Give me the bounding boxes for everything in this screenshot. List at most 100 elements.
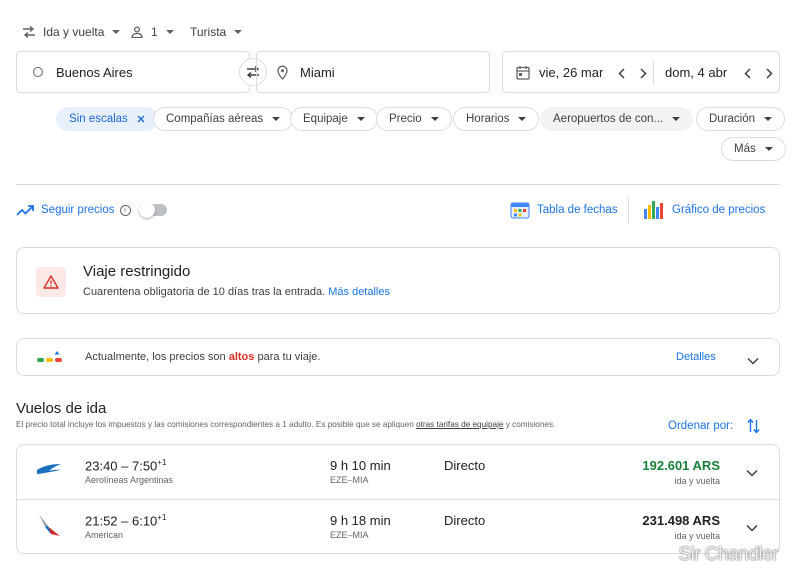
depart-date-value[interactable]: vie, 26 mar (539, 65, 603, 80)
results-title: Vuelos de ida (16, 400, 107, 417)
trending-up-icon (16, 204, 34, 216)
airline-name: Aerolíneas Argentinas (85, 475, 174, 485)
price-insight-card[interactable]: Actualmente, los precios son altos para … (16, 338, 780, 376)
restriction-title: Viaje restringido (83, 263, 191, 280)
flight-stops: Directo (444, 458, 486, 473)
flight-duration: 9 h 18 min (330, 513, 391, 528)
location-pin-icon (277, 65, 288, 80)
day-offset: +1 (157, 458, 167, 467)
restriction-text-line: Cuarentena obligatoria de 10 días tras l… (83, 286, 390, 298)
flight-stops: Directo (444, 513, 486, 528)
aerolineas-argentinas-logo-icon (36, 462, 62, 480)
sort-button[interactable]: Ordenar por: (668, 418, 760, 434)
toggle-knob (138, 202, 155, 218)
close-icon[interactable] (137, 115, 145, 123)
price-level-word: altos (228, 351, 255, 363)
flight-row-2[interactable]: 21:52 – 6:10+1 American 9 h 18 min EZE–M… (16, 499, 780, 554)
filter-more-chip[interactable]: Más (721, 137, 786, 161)
more-details-link[interactable]: Más detalles (328, 286, 390, 298)
price-graph-button[interactable]: Gráfico de precios (643, 200, 765, 220)
american-airlines-logo-icon (36, 512, 62, 543)
return-date-value[interactable]: dom, 4 abr (665, 65, 727, 80)
calendar-icon (516, 65, 530, 80)
flight-row-1[interactable]: 23:40 – 7:50+1 Aerolíneas Argentinas 9 h… (16, 444, 780, 499)
origin-value: Buenos Aires (56, 64, 133, 80)
track-prices-label: Seguir precios (41, 204, 115, 216)
chevron-down-icon (764, 117, 773, 121)
flight-route: EZE–MIA (330, 475, 369, 485)
chevron-down-icon (112, 30, 121, 34)
filter-duration-chip[interactable]: Duración (696, 107, 786, 131)
filter-times-label: Horarios (466, 113, 510, 125)
chevron-down-icon[interactable] (746, 519, 760, 533)
flight-duration: 9 h 10 min (330, 458, 391, 473)
person-icon (131, 26, 143, 38)
filter-times-chip[interactable]: Horarios (453, 107, 540, 131)
chevron-down-icon (671, 117, 680, 121)
airline-name: American (85, 530, 124, 540)
chevron-down-icon (234, 30, 243, 34)
flight-times-text: 23:40 – 7:50 (85, 458, 158, 474)
trip-type-select[interactable]: Ida y vuelta (22, 22, 121, 42)
sort-label: Ordenar por: (668, 420, 734, 432)
results-note-before: El precio total incluye los impuestos y … (16, 420, 414, 429)
flight-times-text: 21:52 – 6:10 (85, 513, 158, 529)
price-details-link[interactable]: Detalles (676, 351, 716, 363)
travel-restriction-card: Viaje restringido Cuarentena obligatoria… (16, 247, 780, 314)
passengers-select[interactable]: 1 (131, 22, 174, 42)
price-graph-icon (643, 199, 665, 221)
fare-type: ida y vuelta (674, 531, 720, 541)
destination-field[interactable]: Miami (256, 51, 490, 93)
flight-times: 21:52 – 6:10+1 (85, 513, 166, 528)
sort-arrows-icon (747, 418, 760, 434)
bag-fees-link[interactable]: otras tarifas de equipaje (416, 420, 503, 429)
fare-type: ida y vuelta (674, 476, 720, 486)
watermark: Sir Chandler (678, 544, 778, 565)
flight-route: EZE–MIA (330, 530, 369, 540)
price-graph-label: Gráfico de precios (672, 204, 766, 216)
track-prices-toggle[interactable] (138, 202, 167, 218)
filter-airlines-chip[interactable]: Compañías aéreas (153, 107, 294, 131)
price-insight-after: para tu viaje. (257, 351, 321, 363)
flight-price: 192.601 ARS (642, 458, 720, 473)
chevron-down-icon[interactable] (747, 352, 759, 370)
filter-bags-chip[interactable]: Equipaje (290, 107, 378, 131)
price-insight-text: Actualmente, los precios son altos para … (85, 351, 320, 363)
filter-bags-label: Equipaje (303, 113, 348, 125)
restriction-text: Cuarentena obligatoria de 10 días tras l… (83, 286, 326, 298)
filter-airlines-label: Compañías aéreas (166, 113, 264, 125)
filter-nonstop-label: Sin escalas (69, 113, 128, 125)
flight-price: 231.498 ARS (642, 513, 720, 528)
date-grid-button[interactable]: Tabla de fechas (510, 200, 618, 220)
chevron-down-icon (518, 117, 527, 121)
day-offset: +1 (157, 513, 167, 522)
filter-more-label: Más (734, 143, 756, 155)
chevron-down-icon (165, 30, 174, 34)
flight-times: 23:40 – 7:50+1 (85, 458, 166, 473)
chevron-left-icon[interactable] (739, 65, 755, 81)
date-range-field[interactable]: vie, 26 mar dom, 4 abr (502, 51, 780, 93)
origin-field[interactable]: Buenos Aires (16, 51, 250, 93)
filter-airports-chip[interactable]: Aeropuertos de con... (540, 107, 693, 131)
chevron-down-icon (356, 117, 365, 121)
warning-icon (36, 267, 66, 297)
chevron-down-icon (272, 117, 281, 121)
price-level-icon (37, 350, 63, 366)
track-prices: Seguir precios i (16, 202, 167, 218)
origin-circle-icon (33, 67, 43, 77)
filter-price-label: Precio (389, 113, 422, 125)
cabin-class-select[interactable]: Turista (190, 22, 243, 42)
destination-value: Miami (300, 64, 335, 80)
chevron-left-icon[interactable] (613, 65, 629, 81)
date-grid-icon (510, 200, 530, 220)
filter-price-chip[interactable]: Precio (376, 107, 452, 131)
chevron-down-icon[interactable] (746, 464, 760, 478)
filter-nonstop-chip[interactable]: Sin escalas (56, 107, 158, 131)
date-divider (653, 61, 654, 85)
chevron-right-icon[interactable] (635, 65, 651, 81)
section-divider (16, 184, 780, 185)
info-icon[interactable]: i (119, 204, 131, 216)
chevron-down-icon (764, 147, 773, 151)
date-grid-label: Tabla de fechas (537, 204, 618, 216)
chevron-right-icon[interactable] (761, 65, 777, 81)
